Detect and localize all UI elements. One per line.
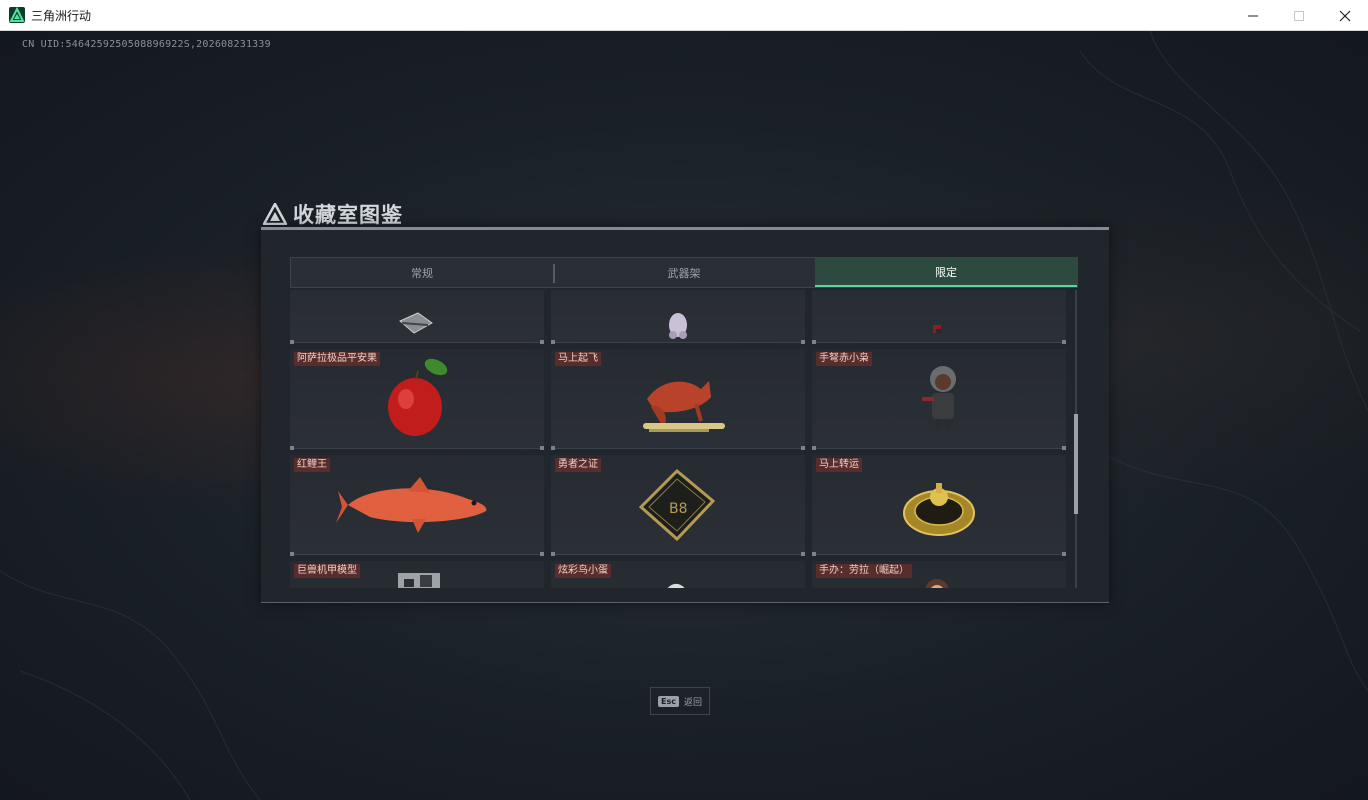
uid-text: CN UID:5464259250508896922S,202608231339 bbox=[22, 39, 271, 50]
item-label: 马上转运 bbox=[816, 458, 862, 472]
collection-item[interactable] bbox=[290, 290, 544, 344]
tab-label: 武器架 bbox=[667, 266, 701, 280]
window-titlebar: 三角洲行动 bbox=[0, 0, 1368, 31]
item-label: 炫彩鸟小蛋 bbox=[555, 564, 611, 578]
esc-key-icon: Esc bbox=[658, 695, 679, 707]
collection-item[interactable]: B8 勇者之证 bbox=[551, 455, 805, 556]
panel-title-text: 收藏室图鉴 bbox=[293, 203, 403, 227]
item-label: 手办：劳拉（崛起） bbox=[816, 564, 912, 578]
tab-label: 限定 bbox=[935, 265, 957, 279]
collection-item[interactable]: 手弩赤小枭 bbox=[812, 349, 1066, 450]
svg-text:B8: B8 bbox=[669, 501, 688, 517]
collection-item[interactable]: 马上起飞 bbox=[551, 349, 805, 450]
item-label: 勇者之证 bbox=[555, 458, 601, 472]
figure-small-icon bbox=[933, 325, 942, 334]
item-label: 巨兽机甲模型 bbox=[294, 564, 360, 578]
collection-item[interactable]: 红鲤王 bbox=[290, 455, 544, 556]
collection-item[interactable]: 手办：劳拉（崛起） bbox=[812, 561, 1066, 588]
panel-title: 收藏室图鉴 bbox=[263, 199, 403, 229]
collection-item[interactable]: 马上转运 bbox=[812, 455, 1066, 556]
scrollbar-thumb[interactable] bbox=[1074, 414, 1078, 514]
collection-grid[interactable]: 阿萨拉极品平安果 马上起飞 手弩赤小枭 红鲤王 B8 勇者之证 马上转运 巨兽机… bbox=[290, 290, 1070, 588]
game-viewport: CN UID:5464259250508896922S,202608231339… bbox=[0, 31, 1368, 800]
tab-weapon-rack[interactable]: 武器架 bbox=[553, 258, 815, 287]
figure-icon bbox=[669, 313, 687, 339]
back-label: 返回 bbox=[683, 697, 702, 708]
close-button[interactable] bbox=[1322, 0, 1368, 31]
maximize-icon bbox=[1294, 10, 1304, 21]
item-label: 手弩赤小枭 bbox=[816, 352, 872, 366]
minimize-button[interactable] bbox=[1230, 0, 1276, 31]
delta-logo-icon bbox=[263, 203, 287, 225]
collection-panel: 常规 武器架 限定 阿萨拉极品平安果 马上起飞 手弩赤小枭 红鲤王 B8 勇者之… bbox=[261, 227, 1109, 603]
minimize-icon bbox=[1248, 15, 1258, 16]
tab-bar: 常规 武器架 限定 bbox=[290, 257, 1078, 288]
collection-item[interactable]: 炫彩鸟小蛋 bbox=[551, 561, 805, 588]
collection-item[interactable] bbox=[551, 290, 805, 344]
app-logo-icon bbox=[9, 7, 25, 23]
window-title: 三角洲行动 bbox=[31, 8, 92, 23]
collection-item[interactable] bbox=[812, 290, 1066, 344]
close-icon bbox=[1339, 10, 1351, 21]
back-button[interactable]: Esc 返回 bbox=[650, 687, 710, 715]
tab-regular[interactable]: 常规 bbox=[291, 258, 553, 287]
window-controls bbox=[1230, 0, 1368, 31]
item-label: 红鲤王 bbox=[294, 458, 330, 472]
item-label: 阿萨拉极品平安果 bbox=[294, 352, 380, 366]
item-label: 马上起飞 bbox=[555, 352, 601, 366]
collection-item[interactable]: 巨兽机甲模型 bbox=[290, 561, 544, 588]
collection-item[interactable]: 阿萨拉极品平安果 bbox=[290, 349, 544, 450]
maximize-button[interactable] bbox=[1276, 0, 1322, 31]
tab-label: 常规 bbox=[411, 266, 433, 280]
tab-limited[interactable]: 限定 bbox=[815, 258, 1077, 287]
keychain-icon bbox=[399, 312, 433, 334]
